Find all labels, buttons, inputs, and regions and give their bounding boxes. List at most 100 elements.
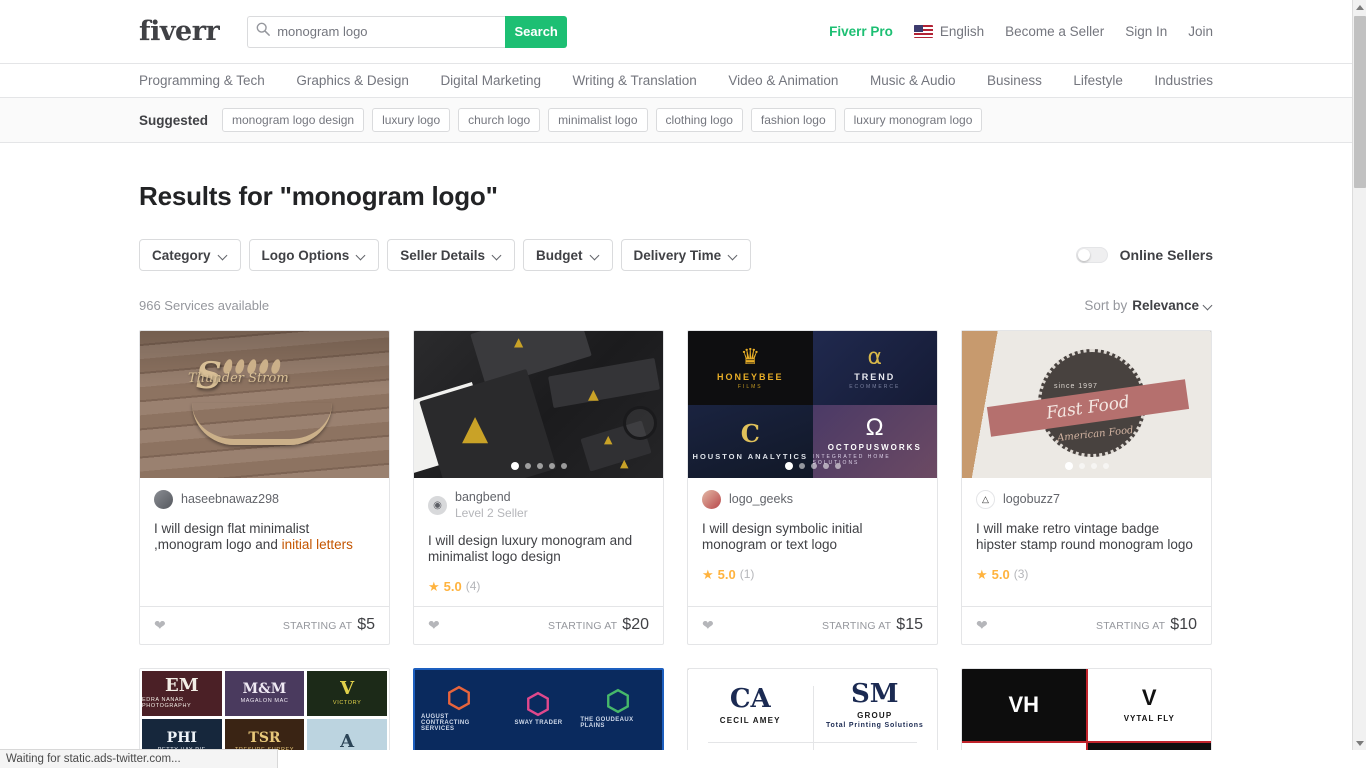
gig-image[interactable]: ▲ ▲ ▲ ▲ ▲ ▲ xyxy=(414,331,663,478)
fiverr-logo[interactable]: fiverr xyxy=(139,18,220,45)
scroll-up-arrow-icon[interactable] xyxy=(1353,0,1366,14)
artwork-tile-mark: TSR xyxy=(248,730,281,747)
chevron-down-icon xyxy=(591,251,600,260)
gig-image[interactable]: CA CECIL AMEY SM GROUP Total Printing Soluti… xyxy=(688,668,937,750)
category-nav-item-0[interactable]: Programming & Tech xyxy=(139,73,265,88)
price-amount: $15 xyxy=(896,616,923,634)
gig-image[interactable]: S Thunder Strom xyxy=(140,331,389,478)
heart-icon[interactable]: ❤ xyxy=(702,617,714,634)
heart-icon[interactable]: ❤ xyxy=(428,617,440,634)
gig-card[interactable]: CA CECIL AMEY SM GROUP Total Printing Soluti… xyxy=(687,667,938,750)
search-button[interactable]: Search xyxy=(505,15,568,48)
suggested-chip-5[interactable]: fashion logo xyxy=(750,108,836,132)
sign-in-link[interactable]: Sign In xyxy=(1125,24,1167,39)
suggested-chip-2[interactable]: church logo xyxy=(458,108,541,132)
gig-image[interactable]: VH V VYTAL FLY TWORLD TRAVELERSD xyxy=(962,668,1211,750)
starting-at-label: STARTING AT xyxy=(282,620,353,633)
browser-viewport: fiverr Search Fiverr Pro xyxy=(0,0,1366,768)
suggested-chip-0[interactable]: monogram logo design xyxy=(222,108,365,132)
suggested-chip-1[interactable]: luxury logo xyxy=(372,108,451,132)
online-sellers-label: Online Sellers xyxy=(1119,247,1213,263)
gig-card[interactable]: ▲ ▲ ▲ ▲ ▲ ▲ xyxy=(413,330,664,645)
gig-seller[interactable]: logo_geeks xyxy=(702,490,923,509)
artwork-red-name: VYTAL FLY xyxy=(1123,713,1175,723)
category-nav-item-8[interactable]: Industries xyxy=(1154,73,1213,88)
filter-button-category[interactable]: Category xyxy=(139,239,241,271)
category-nav-item-1[interactable]: Graphics & Design xyxy=(296,73,409,88)
gig-image[interactable]: ♛ HONEYBEE FILMS ⍺ TREND ECOMMERCE C HOU… xyxy=(688,331,937,478)
artwork-tile-name: EDRA NANAR PHOTOGRAPHY xyxy=(142,697,192,710)
search-icon xyxy=(256,22,277,41)
join-link[interactable]: Join xyxy=(1188,24,1213,39)
artwork-mono-name: GROUP xyxy=(857,711,893,721)
category-nav-list: Programming & Tech Graphics & Design Digit… xyxy=(139,73,1213,88)
artwork-label: OCTOPUSWORKS xyxy=(827,443,922,453)
filter-button-logo-options[interactable]: Logo Options xyxy=(248,239,380,271)
category-nav-item-3[interactable]: Writing & Translation xyxy=(573,73,697,88)
gig-card[interactable]: AUGUST CONTRACTING SERVICES SWAY TRADER TH… xyxy=(413,667,664,750)
artwork-label: HOUSTON ANALYTICS xyxy=(692,451,808,461)
gig-grid: S Thunder Strom haseebnawaz298 I will de… xyxy=(139,330,1213,645)
gig-card[interactable]: since 1997 Fast Food American Food △ log… xyxy=(961,330,1212,645)
carousel-dots[interactable] xyxy=(688,462,937,470)
chevron-down-icon xyxy=(493,251,502,260)
gig-card[interactable]: ♛ HONEYBEE FILMS ⍺ TREND ECOMMERCE C HOU… xyxy=(687,330,938,645)
suggested-chip-3[interactable]: minimalist logo xyxy=(548,108,648,132)
become-a-seller-link[interactable]: Become a Seller xyxy=(1005,24,1104,39)
gig-title[interactable]: I will make retro vintage badge hipster … xyxy=(976,521,1197,554)
gig-footer: ❤ STARTING AT $10 xyxy=(962,605,1211,644)
fiverr-pro-link[interactable]: Fiverr Pro xyxy=(829,24,893,39)
artwork-mono-mark: CA xyxy=(729,683,771,714)
category-nav-item-2[interactable]: Digital Marketing xyxy=(440,73,541,88)
gig-title[interactable]: I will design luxury monogram and minima… xyxy=(428,533,649,566)
suggested-label: Suggested xyxy=(139,112,209,128)
gig-image[interactable]: since 1997 Fast Food American Food xyxy=(962,331,1211,478)
vertical-scrollbar[interactable] xyxy=(1352,0,1366,750)
carousel-dots[interactable] xyxy=(962,462,1211,470)
category-nav-item-7[interactable]: Lifestyle xyxy=(1073,73,1123,88)
results-meta-row: 966 Services available Sort by Relevance xyxy=(139,298,1213,313)
seller-name: haseebnawaz298 xyxy=(181,491,279,506)
artwork-red-item-2: TWORLD TRAVELER xyxy=(962,743,1086,750)
filter-label: Category xyxy=(152,247,211,263)
gig-title[interactable]: I will design symbolic initial monogram … xyxy=(702,521,923,554)
gig-price: STARTING AT $20 xyxy=(548,616,649,634)
artwork-sublabel: ECOMMERCE xyxy=(849,383,901,390)
gig-card[interactable]: VH V VYTAL FLY TWORLD TRAVELERSD xyxy=(961,667,1212,750)
scroll-down-arrow-icon[interactable] xyxy=(1353,736,1366,750)
sort-by-value: Relevance xyxy=(1132,298,1199,313)
gig-seller[interactable]: haseebnawaz298 xyxy=(154,490,375,509)
chevron-down-icon xyxy=(219,251,228,260)
category-nav-item-4[interactable]: Video & Animation xyxy=(728,73,838,88)
gig-card[interactable]: S Thunder Strom haseebnawaz298 I will de… xyxy=(139,330,390,645)
search-box[interactable] xyxy=(247,15,506,48)
gig-seller[interactable]: △ logobuzz7 xyxy=(976,490,1197,509)
gig-price: STARTING AT $10 xyxy=(1096,616,1197,634)
artwork-red-mark: VH xyxy=(1008,691,1040,717)
filter-button-budget[interactable]: Budget xyxy=(523,239,613,271)
category-nav-item-5[interactable]: Music & Audio xyxy=(870,73,956,88)
suggested-chip-4[interactable]: clothing logo xyxy=(655,108,743,132)
gig-body: logo_geeks I will design symbolic initia… xyxy=(688,478,937,594)
gig-image[interactable]: AUGUST CONTRACTING SERVICES SWAY TRADER TH… xyxy=(415,669,662,750)
heart-icon[interactable]: ❤ xyxy=(154,617,166,634)
category-nav-item-6[interactable]: Business xyxy=(987,73,1042,88)
filter-button-delivery-time[interactable]: Delivery Time xyxy=(620,239,752,271)
sort-by-control[interactable]: Sort by Relevance xyxy=(1084,298,1213,313)
search-input[interactable] xyxy=(277,24,498,39)
gig-image[interactable]: EM EDRA NANAR PHOTOGRAPHY M&M MAGALON MAC V V… xyxy=(140,668,389,750)
suggested-chip-6[interactable]: luxury monogram logo xyxy=(843,108,983,132)
suggested-inner: Suggested monogram logo design luxury log… xyxy=(139,108,983,132)
gig-seller[interactable]: ◉ bangbend Level 2 Seller xyxy=(428,490,649,521)
artwork-blue-item-1: SWAY TRADER xyxy=(501,676,577,742)
carousel-dots[interactable] xyxy=(414,462,663,470)
gig-card[interactable]: EM EDRA NANAR PHOTOGRAPHY M&M MAGALON MAC V V… xyxy=(139,667,390,750)
gig-footer: ❤ STARTING AT $20 xyxy=(414,605,663,644)
language-selector[interactable]: English xyxy=(913,24,984,39)
online-sellers-toggle[interactable] xyxy=(1075,247,1108,263)
heart-icon[interactable]: ❤ xyxy=(976,617,988,634)
scrollbar-thumb[interactable] xyxy=(1354,16,1366,188)
filter-button-seller-details[interactable]: Seller Details xyxy=(387,239,516,271)
gig-title[interactable]: I will design flat minimalist ,monogram … xyxy=(154,521,375,554)
gig-artwork-blue-grid: AUGUST CONTRACTING SERVICES SWAY TRADER TH… xyxy=(415,669,662,750)
